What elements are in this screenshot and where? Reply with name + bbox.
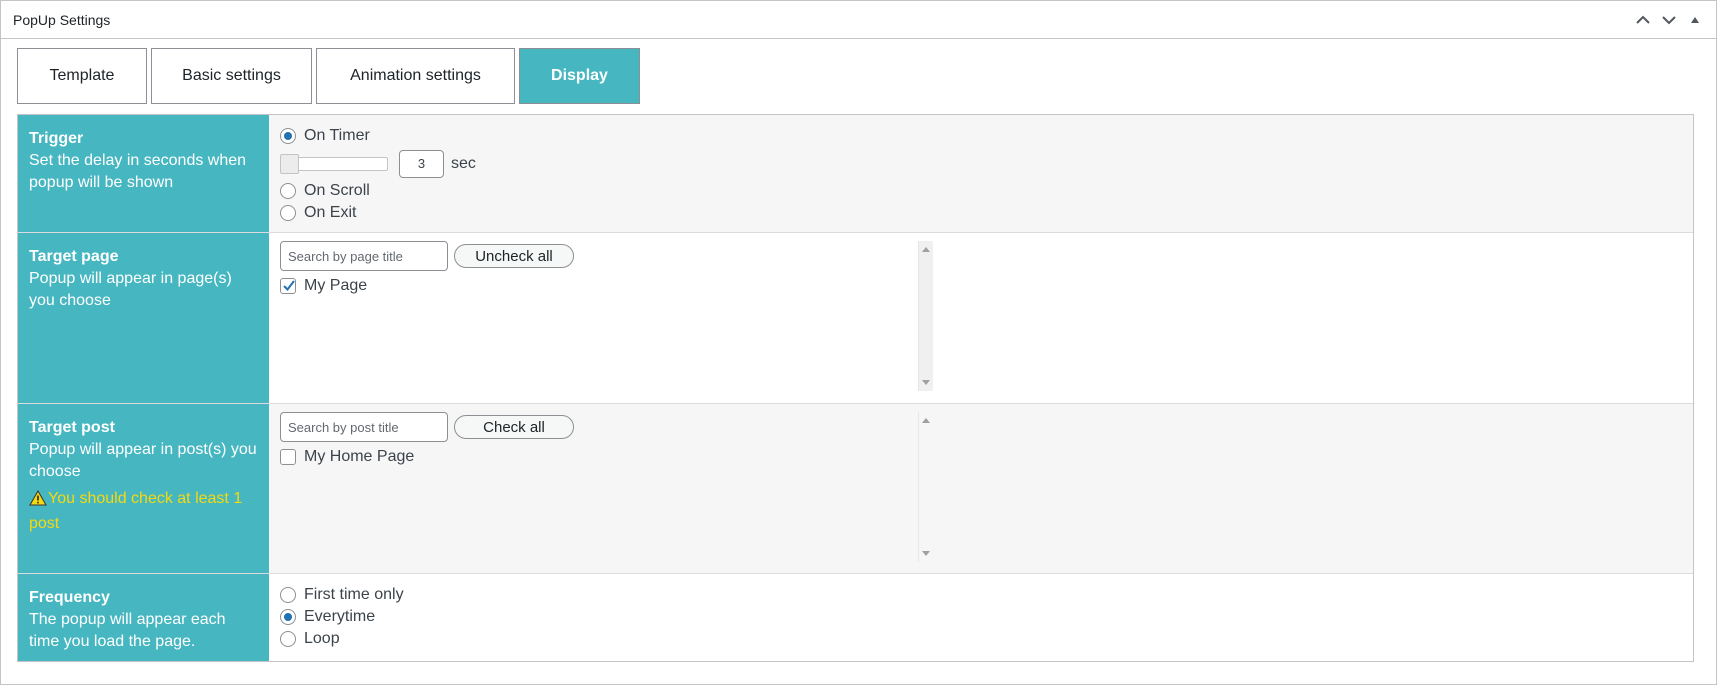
post-list: Search by post title Check all My Home P… xyxy=(280,412,679,562)
post-search-line: Search by post title Check all xyxy=(280,412,679,442)
display-settings-table: Trigger Set the delay in seconds when po… xyxy=(17,114,1694,662)
scroll-up-arrow-icon[interactable] xyxy=(922,247,930,252)
trigger-option-on-exit[interactable]: On Exit xyxy=(280,202,1682,224)
tab-basic-settings[interactable]: Basic settings xyxy=(151,48,312,104)
frequency-label-cell: Frequency The popup will appear each tim… xyxy=(18,574,269,661)
panel-header: PopUp Settings xyxy=(1,1,1716,39)
trigger-label-cell: Trigger Set the delay in seconds when po… xyxy=(18,115,269,232)
scroll-up-arrow-icon[interactable] xyxy=(922,418,930,423)
my-page-label: My Page xyxy=(304,277,368,294)
my-home-page-checkbox[interactable] xyxy=(280,449,296,465)
post-list-item[interactable]: My Home Page xyxy=(280,446,679,468)
toggle-panel-button[interactable] xyxy=(1686,11,1704,29)
target-page-row: Target page Popup will appear in page(s)… xyxy=(18,232,1693,403)
page-search-line: Search by page title Uncheck all xyxy=(280,241,679,271)
frequency-description: The popup will appear each time you load… xyxy=(29,611,226,650)
tab-template[interactable]: Template xyxy=(17,48,147,104)
trigger-option-on-timer[interactable]: On Timer xyxy=(280,125,1682,147)
on-scroll-radio[interactable] xyxy=(280,183,296,199)
frequency-options: First time only Everytime Loop xyxy=(269,574,1693,661)
frequency-row: Frequency The popup will appear each tim… xyxy=(18,573,1693,661)
frequency-title: Frequency xyxy=(29,589,110,606)
target-post-label-cell: Target post Popup will appear in post(s)… xyxy=(18,404,269,573)
target-page-content: Search by page title Uncheck all My Page xyxy=(269,233,1693,403)
trigger-title: Trigger xyxy=(29,130,84,147)
on-exit-label: On Exit xyxy=(304,204,357,221)
frequency-option-loop[interactable]: Loop xyxy=(280,628,1682,650)
delay-seconds-input[interactable]: 3 xyxy=(399,150,444,178)
scroll-down-arrow-icon[interactable] xyxy=(922,551,930,556)
on-timer-radio[interactable] xyxy=(280,128,296,144)
chevron-down-icon xyxy=(1662,15,1676,24)
on-scroll-label: On Scroll xyxy=(304,182,370,199)
target-post-description: Popup will appear in post(s) you choose xyxy=(29,441,257,480)
warning-text: You should check at least 1 post xyxy=(29,490,243,532)
target-post-title: Target post xyxy=(29,419,115,436)
delay-slider-handle[interactable] xyxy=(280,154,299,174)
check-all-button[interactable]: Check all xyxy=(454,415,574,439)
frequency-option-everytime[interactable]: Everytime xyxy=(280,606,1682,628)
scroll-down-arrow-icon[interactable] xyxy=(922,380,930,385)
settings-tabs: Template Basic settings Animation settin… xyxy=(17,48,640,104)
move-down-button[interactable] xyxy=(1660,11,1678,29)
post-list-scrollbar[interactable] xyxy=(918,412,933,562)
target-page-description: Popup will appear in page(s) you choose xyxy=(29,270,232,309)
warning-icon xyxy=(29,489,47,513)
my-home-page-label: My Home Page xyxy=(304,448,415,465)
first-time-only-label: First time only xyxy=(304,586,404,603)
panel-title: PopUp Settings xyxy=(13,11,111,28)
everytime-label: Everytime xyxy=(304,608,376,625)
timer-delay-control: 3 sec xyxy=(280,149,1682,179)
target-page-label-cell: Target page Popup will appear in page(s)… xyxy=(18,233,269,403)
page-list: Search by page title Uncheck all My Page xyxy=(280,241,679,391)
page-list-scrollbar[interactable] xyxy=(918,241,933,391)
target-post-warning: You should check at least 1 post xyxy=(29,488,259,535)
triangle-up-icon xyxy=(1691,16,1699,23)
uncheck-all-button[interactable]: Uncheck all xyxy=(454,244,574,268)
delay-unit-label: sec xyxy=(451,155,476,172)
tab-display[interactable]: Display xyxy=(519,48,640,104)
checkmark-icon xyxy=(283,280,295,292)
on-exit-radio[interactable] xyxy=(280,205,296,221)
move-up-button[interactable] xyxy=(1634,11,1652,29)
popup-settings-panel: PopUp Settings Template Basic settings A… xyxy=(0,0,1717,685)
page-search-input[interactable]: Search by page title xyxy=(280,241,448,271)
trigger-row: Trigger Set the delay in seconds when po… xyxy=(18,115,1693,232)
first-time-only-radio[interactable] xyxy=(280,587,296,603)
tab-animation-settings[interactable]: Animation settings xyxy=(316,48,515,104)
trigger-option-on-scroll[interactable]: On Scroll xyxy=(280,180,1682,202)
on-timer-label: On Timer xyxy=(304,127,370,144)
my-page-checkbox[interactable] xyxy=(280,278,296,294)
loop-radio[interactable] xyxy=(280,631,296,647)
loop-label: Loop xyxy=(304,630,340,647)
target-page-title: Target page xyxy=(29,248,119,265)
trigger-options: On Timer 3 sec On Scroll On Exit xyxy=(269,115,1693,232)
trigger-description: Set the delay in seconds when popup will… xyxy=(29,152,247,191)
delay-slider[interactable] xyxy=(280,154,388,174)
everytime-radio[interactable] xyxy=(280,609,296,625)
target-post-row: Target post Popup will appear in post(s)… xyxy=(18,403,1693,573)
chevron-up-icon xyxy=(1636,15,1650,24)
page-list-item[interactable]: My Page xyxy=(280,275,679,297)
post-search-input[interactable]: Search by post title xyxy=(280,412,448,442)
target-post-content: Search by post title Check all My Home P… xyxy=(269,404,1693,573)
panel-header-controls xyxy=(1634,11,1704,29)
frequency-option-first-time[interactable]: First time only xyxy=(280,584,1682,606)
